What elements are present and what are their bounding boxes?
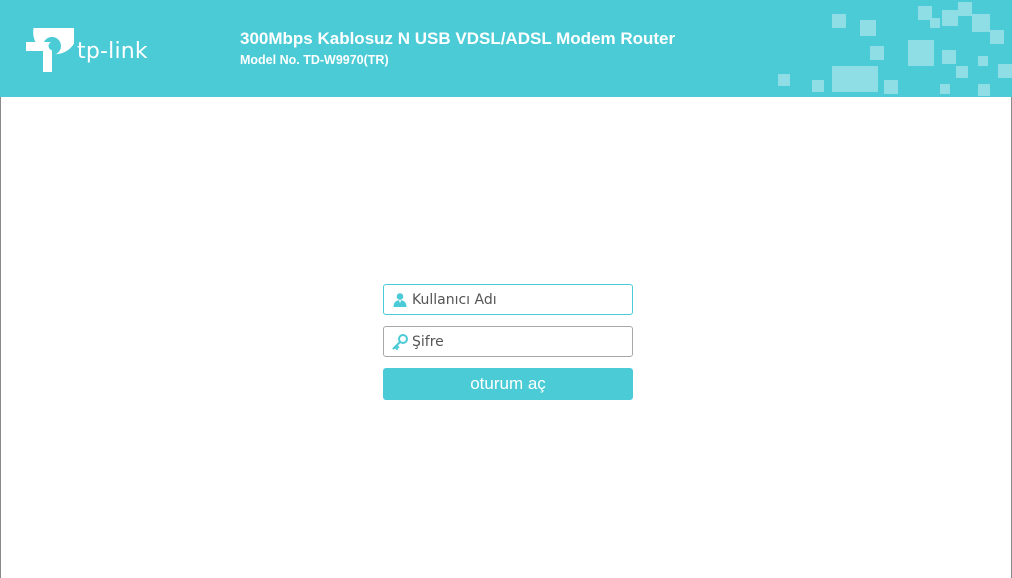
login-button[interactable]: oturum aç <box>383 368 633 400</box>
product-name: 300Mbps Kablosuz N USB VDSL/ADSL Modem R… <box>240 29 676 48</box>
brand-logo: tp-link <box>26 28 166 80</box>
tp-link-logo-icon <box>26 28 74 72</box>
password-field <box>383 326 633 357</box>
logo-text: tp-link <box>77 39 148 64</box>
user-icon <box>393 293 407 307</box>
header-banner: tp-link 300Mbps Kablosuz N USB VDSL/ADSL… <box>0 0 1012 97</box>
header-decoration <box>778 2 1012 96</box>
login-form: oturum aç <box>383 284 633 400</box>
product-info: 300Mbps Kablosuz N USB VDSL/ADSL Modem R… <box>240 29 675 67</box>
username-field <box>383 284 633 315</box>
username-input[interactable] <box>412 285 630 314</box>
key-icon <box>392 334 408 350</box>
model-number: Model No. TD-W9970(TR) <box>240 53 389 67</box>
password-input[interactable] <box>412 327 630 356</box>
